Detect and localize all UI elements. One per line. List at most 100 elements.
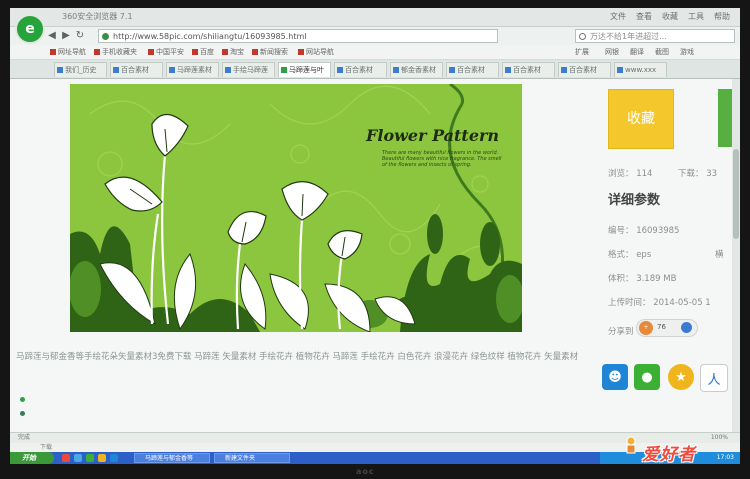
menu-help[interactable]: 帮助 [714,11,730,22]
scroll-thumb[interactable] [733,149,739,239]
favorite-label: 中国平安 [156,48,184,56]
favorite-label: 扩展 [575,48,589,56]
zoom-level[interactable]: 100% [711,433,728,443]
tab-active[interactable]: 马蹄莲与叶 [278,62,331,77]
taskbar-item-folder[interactable]: 新建文件夹 [214,453,290,463]
tab[interactable]: 百合素材 [334,62,387,77]
favorite-label: 手机收藏夹 [102,48,137,56]
favorites-bar: 网址导航 手机收藏夹 中国平安 百度 淘宝 新闻搜索 网站导航 扩展 网银 翻译… [10,45,740,60]
quicklaunch-icon[interactable] [86,454,94,462]
collect-button[interactable]: 收藏 [608,89,674,149]
tab[interactable]: 郁金香素材 [390,62,443,77]
favorite-item[interactable]: 百度 [192,47,214,57]
bookmark-icon [94,49,100,55]
bookmark-icon [252,49,258,55]
start-button[interactable]: 开始 [10,452,54,464]
favorite-label: 游戏 [680,48,694,56]
screen: e 360安全浏览器 7.1 文件 查看 收藏 工具 帮助 ◀ ▶ ↻ http… [10,8,740,464]
forward-icon[interactable]: ▶ [60,30,72,42]
bookmark-icon [298,49,304,55]
favorite-label: 淘宝 [230,48,244,56]
browser-logo-icon[interactable]: e [15,14,45,44]
favorite-item[interactable]: 翻译 [630,47,644,57]
star-icon[interactable]: ★ [668,364,694,390]
share-more-icon [681,322,692,333]
param-id: 编号： 16093985 [608,226,680,236]
quicklaunch-icon[interactable] [110,454,118,462]
navigation-bar: ◀ ▶ ↻ http://www.58pic.com/shiliangtu/16… [10,27,740,45]
tab[interactable]: 百合素材 [502,62,555,77]
param-size: 体积： 3.189 MB [608,274,677,284]
monitor-brand-logo: aoc [356,467,375,476]
bookmark-icon [50,49,56,55]
favorite-item[interactable]: 扩展 [575,47,589,57]
favorite-label: 网址导航 [58,48,86,56]
address-text: http://www.58pic.com/shiliangtu/16093985… [113,32,307,41]
favorite-item[interactable]: 网站导航 [298,47,334,57]
tab[interactable]: 百合素材 [446,62,499,77]
favorite-label: 截图 [655,48,669,56]
favorite-label: 新闻搜索 [260,48,288,56]
favorite-item[interactable]: 手机收藏夹 [94,47,137,57]
share-plus-icon: + [639,321,653,335]
refresh-icon[interactable]: ↻ [74,30,86,42]
bookmark-icon [222,49,228,55]
tab[interactable]: 百合素材 [110,62,163,77]
renren-icon[interactable]: 人 [700,364,728,392]
share-count: 76 [657,323,666,331]
status-text: 完成 [18,434,31,441]
flower-illustration [70,84,522,332]
secure-site-icon [102,33,109,40]
qq-icon[interactable]: ☻ [602,364,628,390]
bullet-icon [20,411,25,416]
search-input[interactable]: 万达不给1年进超过... [575,29,735,43]
menu-favorites[interactable]: 收藏 [662,11,678,22]
back-icon[interactable]: ◀ [46,30,58,42]
site-watermark: 爱好者 [642,445,696,465]
download-button[interactable] [718,89,732,147]
share-counter[interactable]: + 76 [636,319,698,337]
download-bar-label[interactable]: 下载 [40,443,52,452]
address-bar[interactable]: http://www.58pic.com/shiliangtu/16093985… [98,29,498,43]
favorite-item[interactable]: 淘宝 [222,47,244,57]
view-count: 浏览： 114 [608,169,653,179]
menu-bar: 文件 查看 收藏 工具 帮助 [610,11,730,22]
search-icon [579,33,586,40]
bookmark-icon [148,49,154,55]
mascot-icon [624,436,638,454]
tab[interactable]: 百合素材 [558,62,611,77]
tab[interactable]: 我们_历史 [54,62,107,77]
search-placeholder: 万达不给1年进超过... [590,32,667,41]
share-label: 分享到 [608,327,634,337]
tab[interactable]: www.xxx [614,62,667,77]
menu-view[interactable]: 查看 [636,11,652,22]
tab[interactable]: 手绘马蹄莲 [222,62,275,77]
favorite-item[interactable]: 网银 [605,47,619,57]
menu-file[interactable]: 文件 [610,11,626,22]
param-upload-time: 上传时间： 2014-05-05 1 [608,298,711,308]
banner-subtitle: There are many beautiful flowers in the … [382,150,502,168]
page-content: Flower Pattern There are many beautiful … [10,79,740,432]
clock: 17:03 [716,454,734,461]
favorite-item[interactable]: 游戏 [680,47,694,57]
title-bar: 360安全浏览器 7.1 文件 查看 收藏 工具 帮助 [10,8,740,27]
download-count: 下载： 33 [678,169,718,179]
vertical-scrollbar[interactable] [732,79,740,432]
quicklaunch-icon[interactable] [74,454,82,462]
favorite-item[interactable]: 新闻搜索 [252,47,288,57]
taskbar-item-browser[interactable]: 马蹄莲与郁金香等 [134,453,210,463]
favorite-item[interactable]: 中国平安 [148,47,184,57]
favorite-label: 网银 [605,48,619,56]
wechat-icon[interactable]: ● [634,364,660,390]
favorite-label: 翻译 [630,48,644,56]
quicklaunch-icon[interactable] [62,454,70,462]
preview-image[interactable]: Flower Pattern There are many beautiful … [70,84,522,332]
menu-tools[interactable]: 工具 [688,11,704,22]
tab[interactable]: 马蹄莲素材 [166,62,219,77]
quicklaunch-icon[interactable] [98,454,106,462]
favorite-item[interactable]: 网址导航 [50,47,86,57]
param-format: 格式： eps [608,250,652,260]
favorite-label: 百度 [200,48,214,56]
window-title: 360安全浏览器 7.1 [62,12,133,21]
favorite-item[interactable]: 截图 [655,47,669,57]
